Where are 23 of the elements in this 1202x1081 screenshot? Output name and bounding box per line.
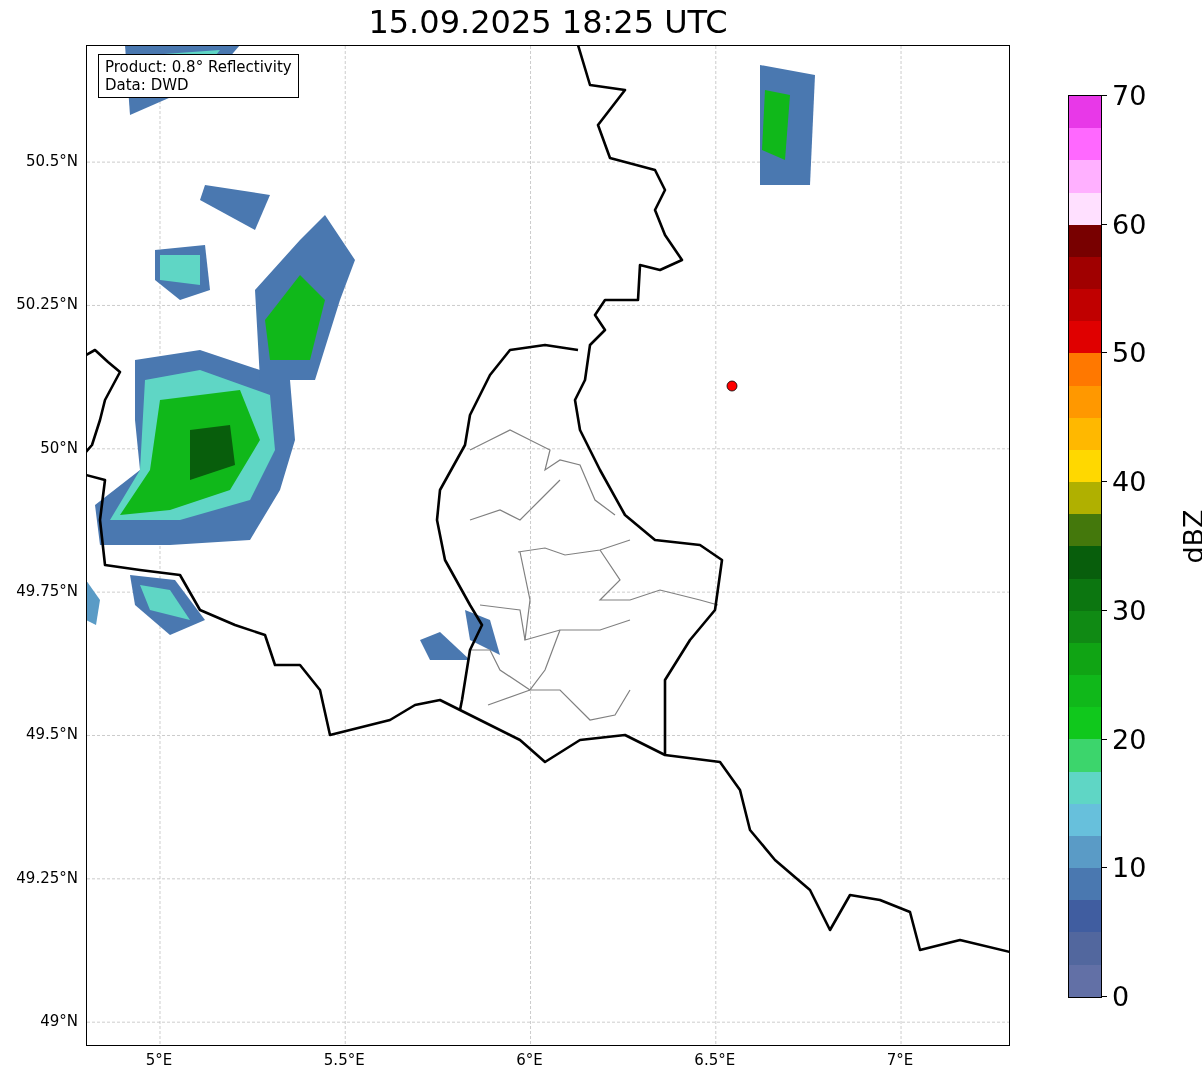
longitude-label: 6.5°E	[694, 1051, 736, 1069]
latitude-label: 49.25°N	[16, 868, 78, 887]
colorbar-tick-label: 70	[1112, 79, 1147, 111]
latitude-label: 49°N	[40, 1012, 78, 1031]
colorbar-tick-label: 10	[1112, 851, 1147, 883]
latitude-label: 50.5°N	[25, 152, 78, 171]
longitude-label: 5.5°E	[323, 1051, 365, 1069]
legend-text: Data: DWD	[105, 76, 190, 94]
colorbar-tick-label: 40	[1112, 465, 1147, 497]
latitude-label: 49.75°N	[16, 582, 78, 601]
colorbar-tick-label: 30	[1112, 594, 1147, 626]
colorbar-tick-label: 0	[1112, 980, 1130, 1012]
latitude-label: 50.25°N	[16, 295, 78, 314]
latitude-label: 49.5°N	[25, 725, 78, 744]
chart-title: 15.09.2025 18:25 UTC	[367, 2, 729, 43]
legend-text: Product: 0.8° Reflectivity	[105, 58, 292, 76]
longitude-label: 6°E	[516, 1051, 543, 1069]
colorbar-tick-label: 20	[1112, 723, 1147, 755]
colorbar-tick-label: 60	[1112, 208, 1147, 240]
colorbar-tick-label: 50	[1112, 336, 1147, 368]
longitude-label: 7°E	[886, 1051, 914, 1069]
longitude-label: 5°E	[145, 1051, 173, 1069]
latitude-label: 50°N	[40, 438, 78, 457]
